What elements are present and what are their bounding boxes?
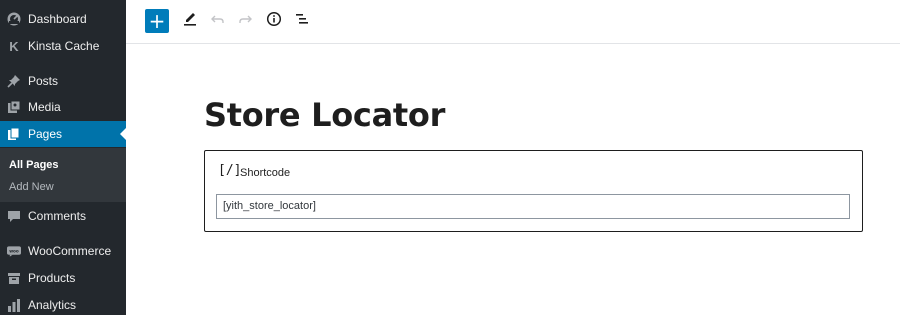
shortcode-icon: [/] — [218, 163, 242, 178]
sidebar-item-products[interactable]: Products — [0, 265, 126, 291]
dashboard-icon — [7, 12, 21, 26]
sidebar-item-dashboard[interactable]: Dashboard — [0, 6, 126, 32]
list-view-icon — [294, 11, 310, 32]
info-button[interactable] — [262, 9, 286, 33]
sidebar-item-comments[interactable]: Comments — [0, 203, 126, 229]
shortcode-input[interactable]: [yith_store_locator] — [216, 194, 850, 219]
pages-icon — [7, 127, 21, 141]
shortcode-block[interactable]: [/] Shortcode [yith_store_locator] — [204, 150, 863, 232]
sidebar-item-label: Comments — [28, 209, 87, 223]
pencil-icon — [182, 11, 198, 32]
sidebar-item-label: Pages — [28, 127, 63, 141]
sidebar-item-label: Kinsta Cache — [28, 39, 100, 53]
current-indicator-arrow — [120, 128, 126, 140]
sidebar-item-kinsta-cache[interactable]: K Kinsta Cache — [0, 33, 126, 59]
sidebar-item-label: WooCommerce — [28, 244, 112, 258]
shortcode-block-label: Shortcode — [240, 167, 291, 179]
submenu-item-all-pages[interactable]: All Pages — [9, 158, 59, 172]
archive-icon — [7, 271, 21, 285]
sidebar-item-media[interactable]: Media — [0, 94, 126, 120]
admin-sidebar: Dashboard K Kinsta Cache Posts Media Pag… — [0, 0, 126, 315]
sidebar-item-label: Dashboard — [28, 12, 87, 26]
editor-toolbar: + — [126, 0, 900, 44]
sidebar-item-label: Posts — [28, 74, 59, 88]
sidebar-item-woocommerce[interactable]: woo WooCommerce — [0, 238, 126, 264]
undo-button[interactable] — [206, 9, 230, 33]
info-icon — [266, 11, 282, 32]
sidebar-item-analytics[interactable]: Analytics — [0, 292, 126, 315]
page-title[interactable]: Store Locator — [204, 96, 445, 134]
sidebar-item-label: Media — [28, 100, 61, 114]
undo-icon — [210, 11, 226, 32]
plus-icon: + — [148, 9, 166, 33]
sidebar-item-posts[interactable]: Posts — [0, 68, 126, 94]
sidebar-item-label: Products — [28, 271, 76, 285]
redo-button[interactable] — [233, 9, 257, 33]
tools-button[interactable] — [178, 9, 202, 33]
kinsta-icon: K — [9, 38, 19, 54]
svg-text:woo: woo — [9, 248, 19, 253]
pages-submenu: All Pages Add New — [0, 148, 126, 202]
sidebar-item-pages[interactable]: Pages — [0, 121, 126, 147]
redo-icon — [237, 11, 253, 32]
woo-icon: woo — [7, 244, 21, 258]
media-icon — [7, 100, 21, 114]
pin-icon — [7, 74, 21, 88]
chart-bar-icon — [7, 298, 21, 312]
add-block-button[interactable]: + — [145, 9, 169, 33]
sidebar-item-label: Analytics — [28, 298, 77, 312]
submenu-item-add-new[interactable]: Add New — [9, 180, 54, 194]
comment-icon — [7, 209, 21, 223]
block-navigation-button[interactable] — [290, 9, 314, 33]
